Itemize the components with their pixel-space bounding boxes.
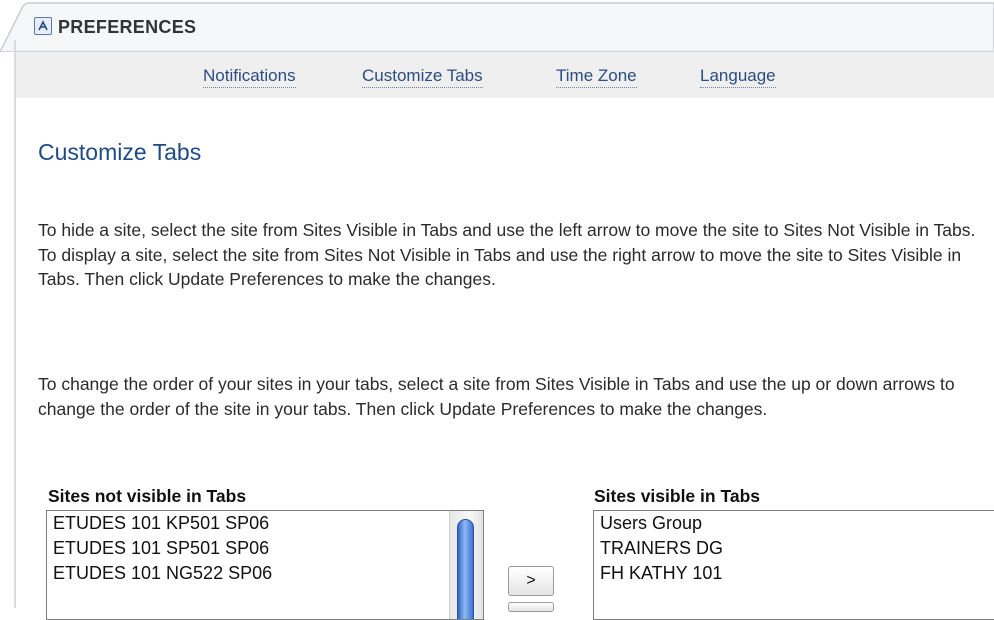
list-item[interactable]: FH KATHY 101 [594, 561, 994, 586]
preferences-panel: PREFERENCES Notifications Customize Tabs… [0, 0, 994, 620]
visible-list-label: Sites visible in Tabs [594, 486, 760, 506]
list-item[interactable]: Users Group [594, 511, 994, 536]
not-visible-list-label: Sites not visible in Tabs [48, 486, 247, 506]
preferences-icon [34, 17, 52, 35]
instructions-reorder: To change the order of your sites in you… [38, 374, 955, 419]
preferences-header: PREFERENCES [0, 0, 994, 52]
list-item[interactable]: TRAINERS DG [594, 536, 994, 561]
list-item[interactable]: ETUDES 101 SP501 SP06 [47, 536, 483, 561]
vertical-scrollbar[interactable] [449, 511, 483, 619]
list-item[interactable]: ETUDES 101 KP501 SP06 [47, 511, 483, 536]
nav-link-notifications[interactable]: Notifications [203, 66, 296, 88]
preferences-nav: Notifications Customize Tabs Time Zone L… [16, 52, 994, 98]
nav-link-customize-tabs[interactable]: Customize Tabs [362, 66, 483, 88]
page-title: Customize Tabs [38, 139, 202, 165]
instructions-hide-display: To hide a site, select the site from Sit… [38, 220, 976, 289]
nav-link-time-zone[interactable]: Time Zone [556, 66, 637, 88]
scrollbar-thumb[interactable] [457, 519, 474, 619]
list-item[interactable]: ETUDES 101 NG522 SP06 [47, 561, 483, 586]
nav-link-language[interactable]: Language [700, 66, 776, 88]
panel-left-border [14, 40, 16, 608]
header-title: PREFERENCES [58, 17, 197, 37]
sites-visible-listbox[interactable]: Users Group TRAINERS DG FH KATHY 101 [593, 510, 994, 620]
move-left-button[interactable] [508, 602, 554, 612]
sites-not-visible-listbox[interactable]: ETUDES 101 KP501 SP06 ETUDES 101 SP501 S… [46, 510, 484, 620]
move-right-button[interactable]: > [508, 566, 554, 596]
